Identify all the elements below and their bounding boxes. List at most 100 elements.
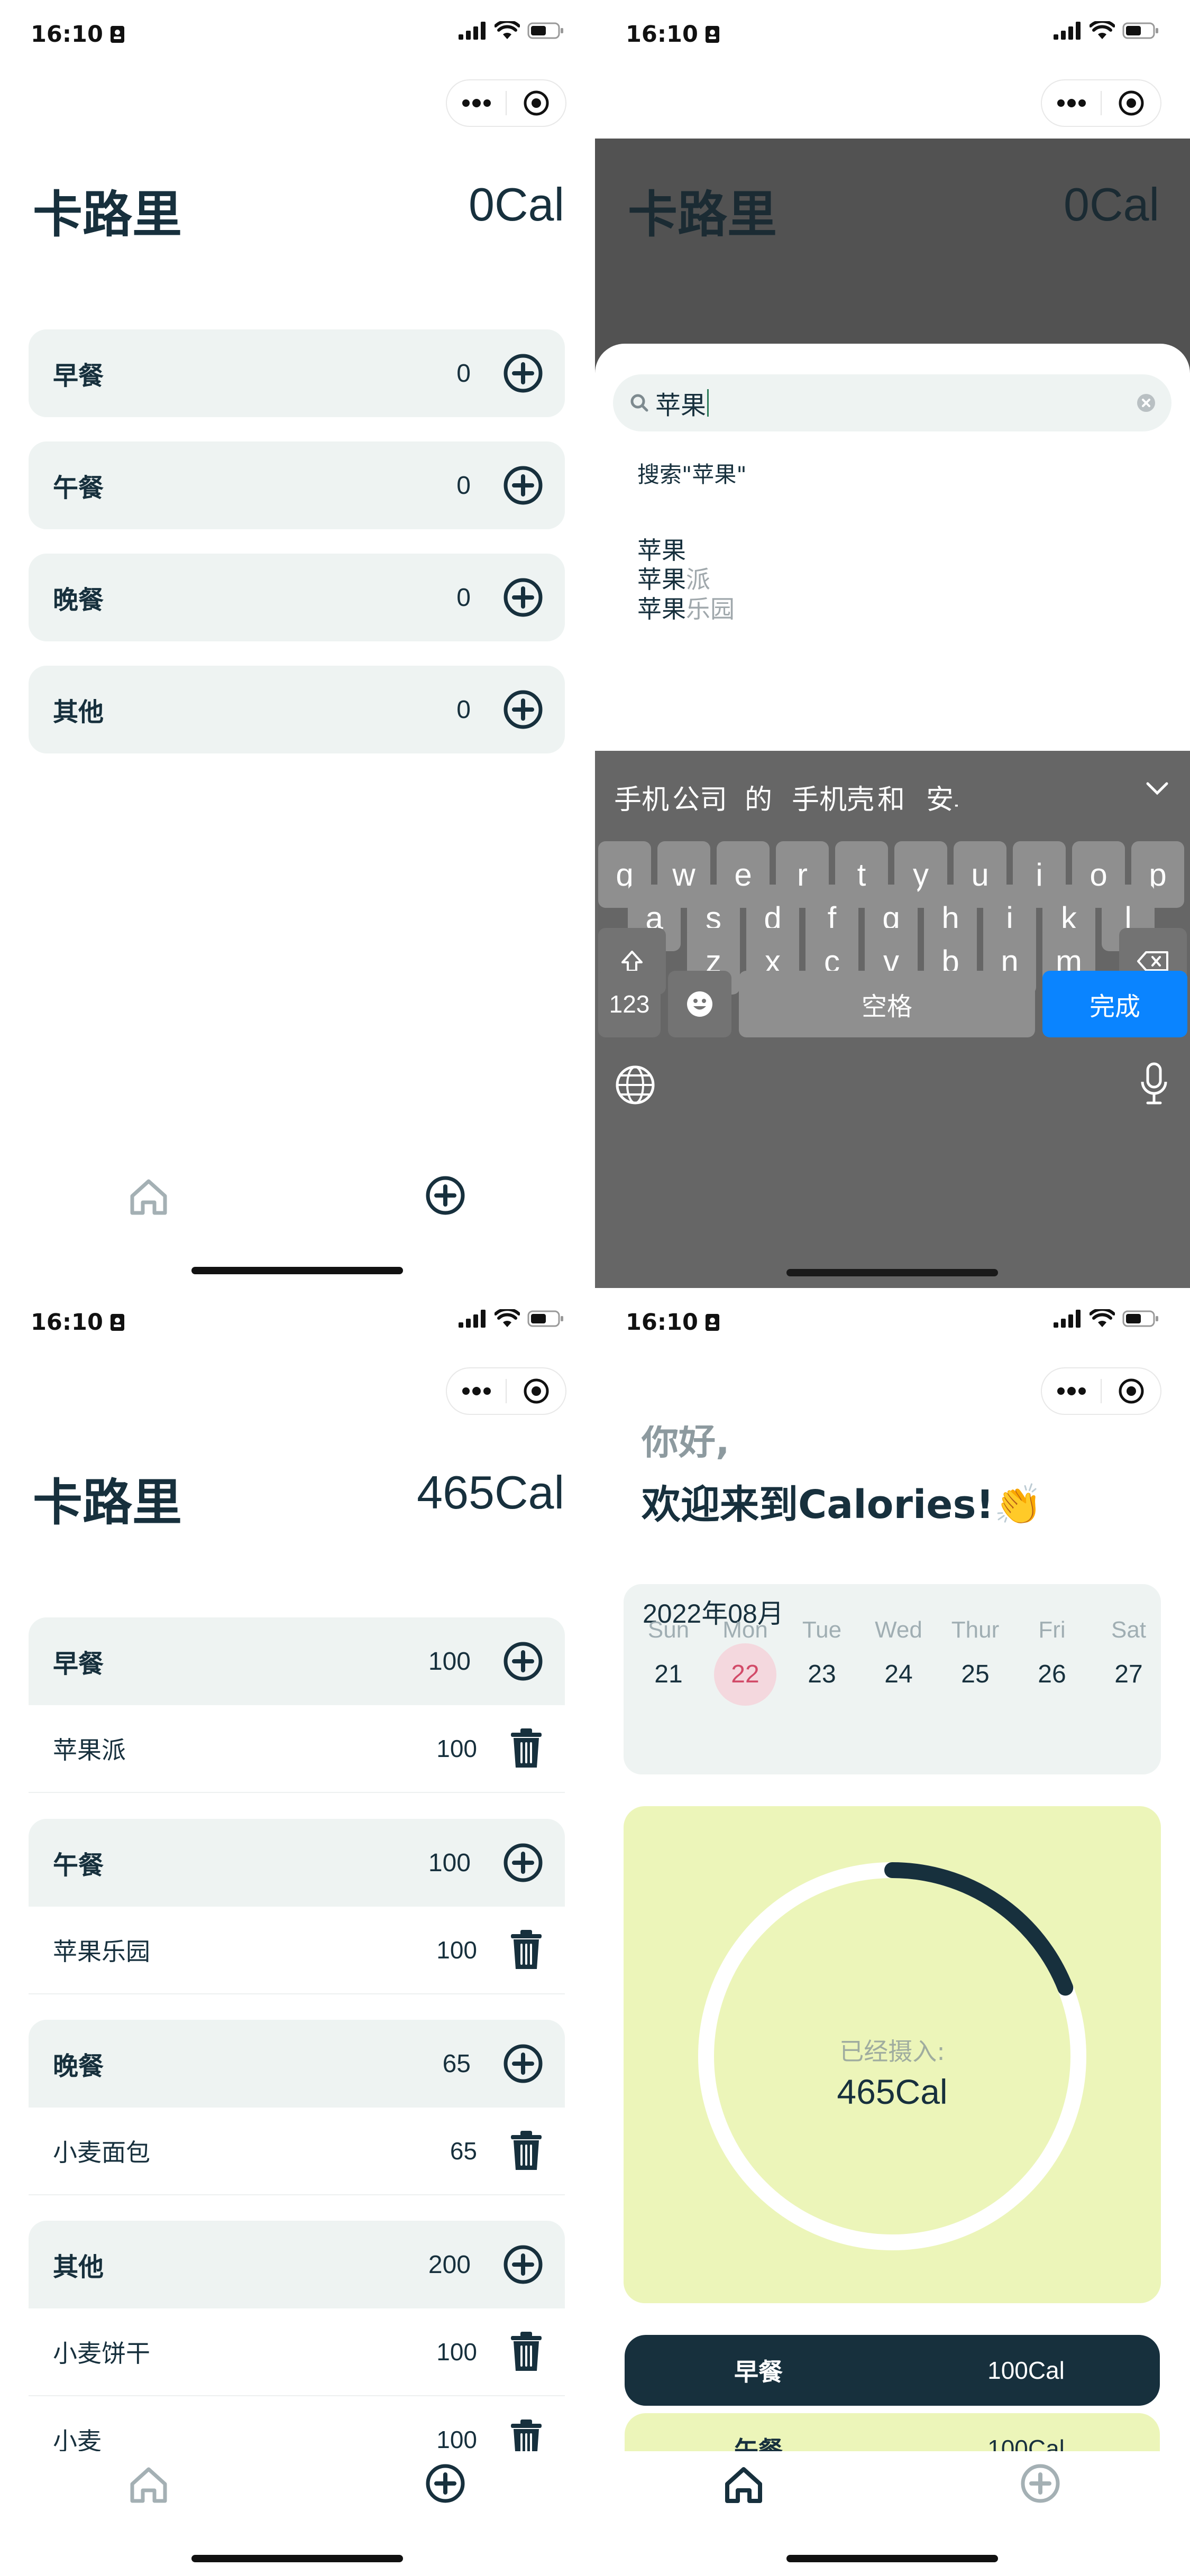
food-name: 苹果派 <box>53 1736 126 1764</box>
add-circle-icon[interactable] <box>502 2244 544 2285</box>
home-indicator <box>191 2555 403 2562</box>
date-cell[interactable]: 25 <box>944 1643 1006 1706</box>
target-close-icon <box>1119 90 1143 116</box>
meal-row-other[interactable]: 其他 200 <box>29 2221 565 2308</box>
suggestion-match: 苹果 <box>637 565 686 594</box>
weekday-label: Mon <box>722 1617 768 1643</box>
status-bar-left: 16:10 <box>626 1309 720 1336</box>
trash-icon[interactable] <box>509 1727 544 1770</box>
meal-row-other[interactable]: 其他 0 <box>29 666 565 753</box>
suggestion-rest: 乐园 <box>686 595 735 623</box>
meal-name: 晚餐 <box>53 585 104 615</box>
wifi-icon <box>495 1309 520 1327</box>
target-close-icon <box>1119 1378 1143 1404</box>
tab-bar <box>0 1163 595 1269</box>
meal-calories: 0 <box>456 695 471 724</box>
candidate-word[interactable]: 和 <box>877 777 905 817</box>
food-item-row[interactable]: 苹果乐园 100 <box>29 1907 565 1994</box>
meal-row-dinner[interactable]: 晚餐 65 <box>29 2020 565 2108</box>
done-key[interactable]: 完成 <box>1042 971 1187 1037</box>
weekday-label: Sun <box>647 1617 690 1643</box>
meal-summary-breakfast[interactable]: 早餐 100Cal <box>625 2335 1160 2406</box>
weekday-label: Fri <box>1038 1617 1066 1643</box>
cellular-signal-icon <box>459 1310 486 1328</box>
suggestion-item[interactable]: 苹果乐园 <box>637 590 735 625</box>
meal-row-dinner[interactable]: 晚餐 0 <box>29 554 565 641</box>
clear-input-icon[interactable] <box>1137 393 1156 412</box>
date-cell[interactable]: 22 <box>714 1643 776 1706</box>
meal-row-breakfast[interactable]: 早餐 0 <box>29 329 565 417</box>
meal-name: 早餐 <box>53 361 104 391</box>
food-calories: 100 <box>436 2426 477 2453</box>
screen-diary-with-items: 16:10 卡路里 465Cal 早餐 100 苹果派 100 午餐 100 苹… <box>0 1288 595 2576</box>
date-cell[interactable]: 24 <box>867 1643 930 1706</box>
close-program-button[interactable] <box>1102 1368 1160 1414</box>
home-icon[interactable] <box>127 1175 170 1218</box>
search-hint[interactable]: 搜索"苹果" <box>637 457 747 489</box>
close-program-button[interactable] <box>1102 80 1160 126</box>
candidate-word[interactable]: 的 <box>745 777 772 817</box>
space-key[interactable]: 空格 <box>739 971 1035 1037</box>
more-menu-button[interactable] <box>1042 1368 1101 1414</box>
page-title: 卡路里 <box>628 186 777 244</box>
weekday-label: Wed <box>875 1617 922 1643</box>
date-cell[interactable]: 26 <box>1021 1643 1083 1706</box>
add-circle-icon[interactable] <box>502 353 544 394</box>
more-menu-button[interactable] <box>1042 80 1101 126</box>
home-icon[interactable] <box>722 2463 765 2506</box>
mini-program-capsule <box>446 79 566 127</box>
intake-label: 已经摄入: <box>839 2037 945 2066</box>
add-tab-icon[interactable] <box>425 2463 466 2504</box>
food-item-row[interactable]: 苹果派 100 <box>29 1705 565 1793</box>
numbers-key[interactable]: 123 <box>598 971 661 1037</box>
status-time: 16:10 <box>626 21 698 48</box>
meal-row-lunch[interactable]: 午餐 0 <box>29 441 565 529</box>
tab-bar <box>595 2451 1190 2557</box>
date-cell[interactable]: 23 <box>791 1643 853 1706</box>
screen-search-food: 16:10 卡路里 0Cal 苹果 搜索"苹果" 苹果 苹果派 苹果乐园 手机 … <box>595 0 1190 1288</box>
microphone-icon[interactable] <box>1139 1062 1169 1106</box>
add-circle-icon[interactable] <box>502 465 544 506</box>
search-input[interactable]: 苹果 <box>613 374 1171 431</box>
meal-row-breakfast[interactable]: 早餐 100 <box>29 1617 565 1705</box>
food-name: 小麦面包 <box>53 2138 150 2167</box>
meal-calories: 100 <box>428 1848 471 1877</box>
trash-icon[interactable] <box>509 2130 544 2172</box>
close-program-button[interactable] <box>507 1368 565 1414</box>
meal-row-lunch[interactable]: 午餐 100 <box>29 1819 565 1907</box>
more-dots-icon <box>462 1387 491 1395</box>
add-circle-icon[interactable] <box>502 1842 544 1883</box>
food-item-row[interactable]: 小麦面包 65 <box>29 2108 565 2195</box>
add-circle-icon[interactable] <box>502 2043 544 2084</box>
add-tab-icon[interactable] <box>425 1175 466 1216</box>
globe-icon[interactable] <box>614 1064 656 1106</box>
collapse-candidates-icon[interactable] <box>1146 780 1169 796</box>
candidate-word[interactable]: 手机 <box>614 777 669 817</box>
weekday-label: Thur <box>951 1617 1000 1643</box>
more-dots-icon <box>1057 1387 1086 1395</box>
add-circle-icon[interactable] <box>502 689 544 730</box>
emoji-key[interactable] <box>668 971 731 1037</box>
trash-icon[interactable] <box>509 2331 544 2373</box>
candidate-word[interactable]: 手机壳 <box>792 777 874 817</box>
food-item-row[interactable]: 小麦饼干 100 <box>29 2308 565 2396</box>
greeting-text: 你好, <box>642 1425 730 1463</box>
battery-icon <box>527 1310 563 1327</box>
date-cell[interactable]: 27 <box>1097 1643 1160 1706</box>
id-card-icon <box>705 26 719 43</box>
more-menu-button[interactable] <box>447 1368 506 1414</box>
tab-bar <box>0 2451 595 2557</box>
more-menu-button[interactable] <box>447 80 506 126</box>
close-program-button[interactable] <box>507 80 565 126</box>
target-close-icon <box>524 90 548 116</box>
add-circle-icon[interactable] <box>502 1641 544 1682</box>
candidate-word[interactable]: 公司 <box>672 777 727 817</box>
date-cell[interactable]: 21 <box>637 1643 700 1706</box>
search-input-value: 苹果 <box>655 391 707 420</box>
trash-icon[interactable] <box>509 1929 544 1971</box>
add-tab-icon[interactable] <box>1020 2463 1061 2504</box>
add-circle-icon[interactable] <box>502 577 544 618</box>
food-name: 小麦饼干 <box>53 2339 150 2368</box>
candidate-word[interactable]: 安卓 <box>926 777 958 817</box>
home-icon[interactable] <box>127 2463 170 2506</box>
